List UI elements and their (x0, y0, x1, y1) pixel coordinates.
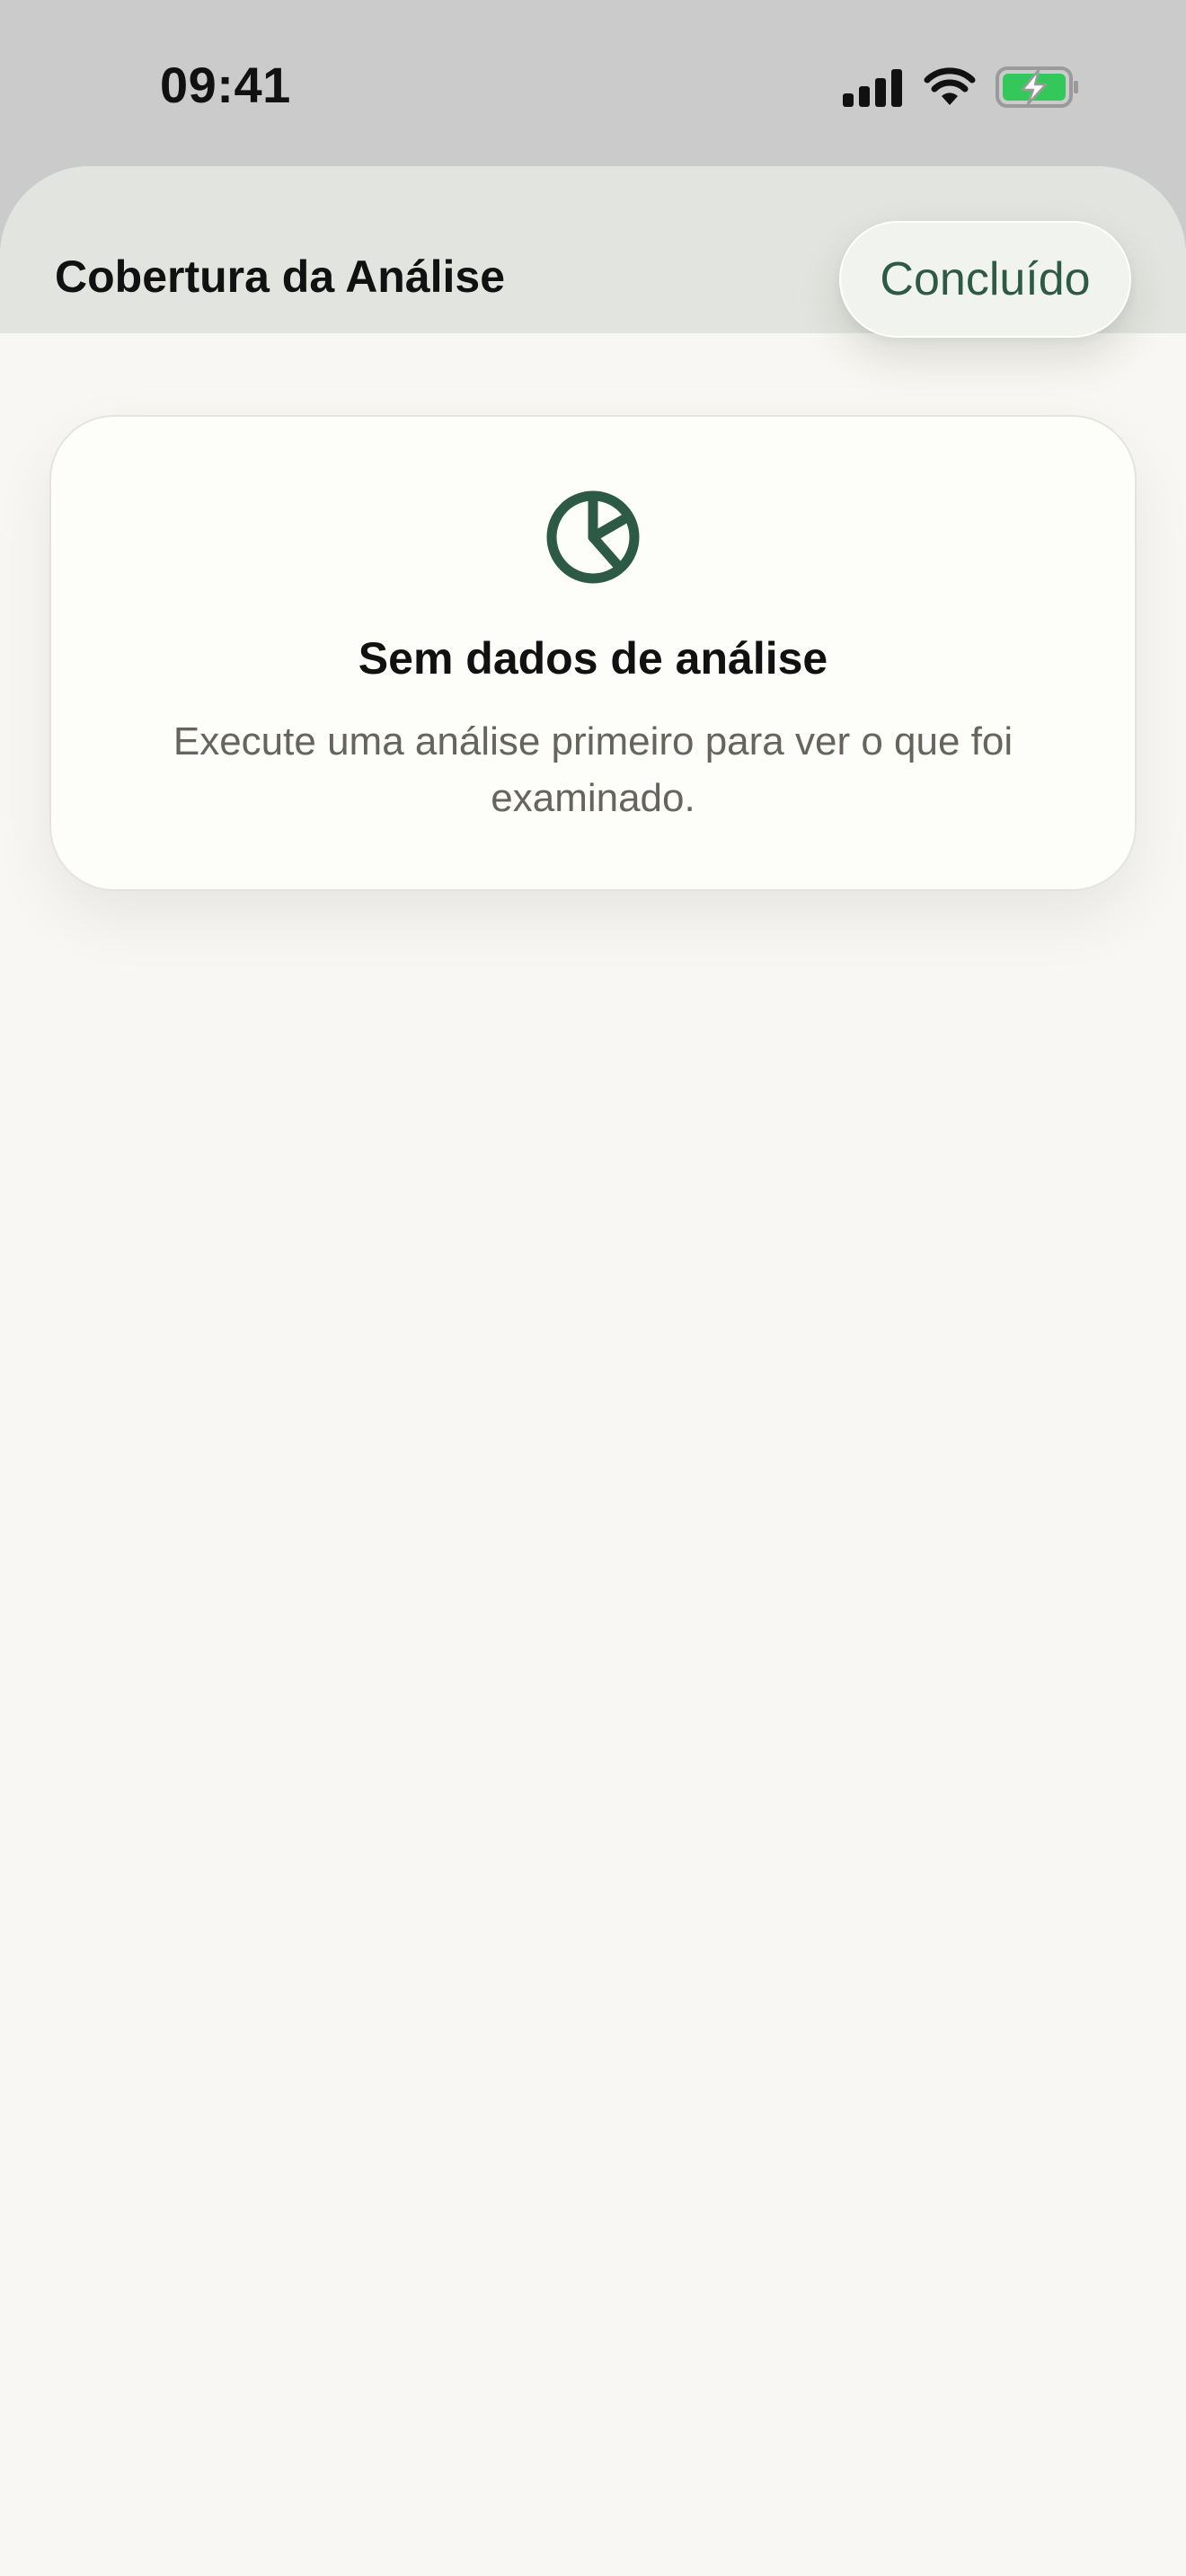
sheet-title: Cobertura da Análise (55, 251, 506, 302)
empty-state-message: Execute uma análise primeiro para ver o … (173, 719, 1013, 820)
wifi-icon (924, 67, 976, 107)
sheet-header: Cobertura da Análise Concluído (0, 166, 1186, 338)
pie-chart-icon (544, 489, 642, 586)
empty-state-card: Sem dados de análise Execute uma análise… (49, 415, 1137, 891)
done-button-label: Concluído (880, 253, 1091, 305)
battery-charging-icon (996, 66, 1080, 108)
cellular-signal-icon (843, 67, 904, 107)
status-time: 09:41 (160, 57, 291, 113)
analysis-coverage-sheet: Cobertura da Análise Concluído Sem dados… (0, 166, 1186, 2576)
status-icons (843, 63, 1080, 111)
status-bar: 09:41 (0, 0, 1186, 166)
done-button[interactable]: Concluído (839, 221, 1131, 338)
empty-state-title: Sem dados de análise (358, 633, 828, 684)
